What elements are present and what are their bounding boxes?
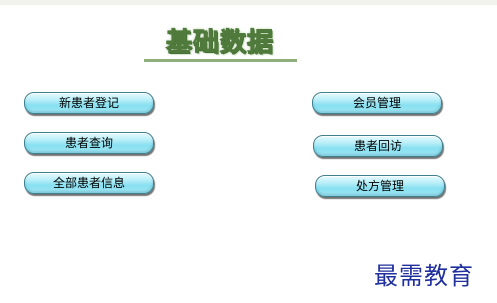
- patient-query-button[interactable]: 患者查询: [24, 132, 154, 154]
- member-management-button[interactable]: 会员管理: [312, 92, 442, 114]
- watermark-logo: 最需教育: [374, 262, 474, 290]
- basic-data-panel: 基础数据 新患者登记 患者查询 全部患者信息 会员管理 患者回访 处方管理 最需…: [0, 0, 497, 303]
- new-patient-register-button[interactable]: 新患者登记: [24, 92, 154, 114]
- title-underline: [144, 59, 297, 62]
- patient-followup-button[interactable]: 患者回访: [313, 135, 443, 157]
- page-title: 基础数据: [165, 28, 274, 59]
- prescription-management-button[interactable]: 处方管理: [315, 175, 445, 197]
- all-patient-info-button[interactable]: 全部患者信息: [24, 172, 154, 194]
- top-strip: [0, 0, 497, 5]
